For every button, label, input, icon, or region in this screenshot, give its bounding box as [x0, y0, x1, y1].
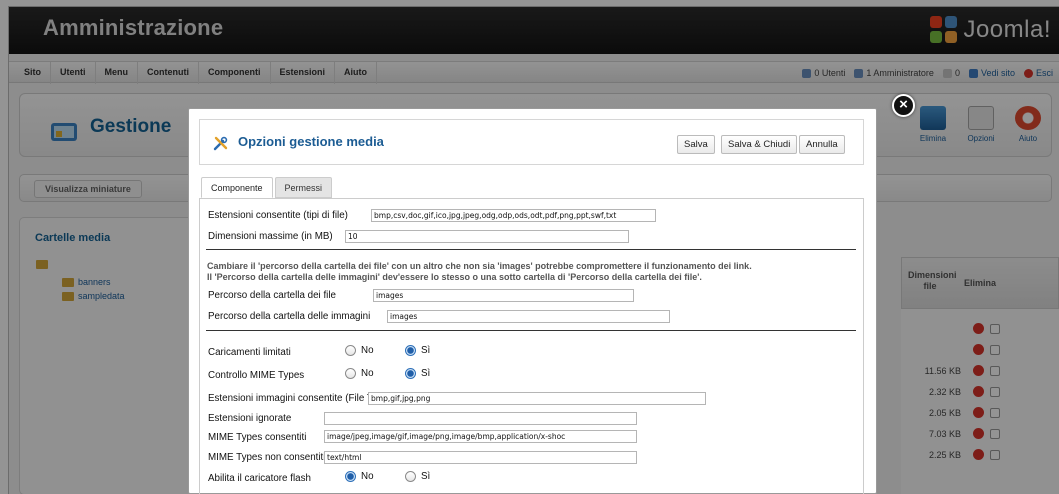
- tools-icon: [213, 136, 228, 151]
- path-warning-line1: Cambiare il 'percorso della cartella dei…: [207, 261, 752, 271]
- save-button[interactable]: Salva: [677, 135, 715, 154]
- image-extensions-input[interactable]: bmp,gif,jpg,png: [368, 392, 706, 405]
- restrict-uploads-label: Caricamenti limitati: [208, 347, 291, 358]
- tab-component[interactable]: Componente: [201, 177, 273, 198]
- close-modal-button[interactable]: ×: [892, 94, 915, 117]
- flash-uploader-yes[interactable]: Sì: [405, 471, 430, 482]
- restrict-uploads-no[interactable]: No: [345, 345, 374, 356]
- radio-button[interactable]: [345, 368, 356, 379]
- mime-allowed-label: MIME Types consentiti: [208, 432, 307, 443]
- modal-header: Opzioni gestione media Salva Salva & Chi…: [199, 119, 864, 165]
- radio-button[interactable]: [405, 368, 416, 379]
- options-form: Estensioni consentite (tipi di file) bmp…: [199, 198, 864, 494]
- mime-denied-input[interactable]: text/html: [324, 451, 637, 464]
- close-icon: ×: [899, 96, 908, 113]
- radio-button[interactable]: [405, 471, 416, 482]
- section-divider: [206, 330, 856, 331]
- mime-allowed-input[interactable]: image/jpeg,image/gif,image/png,image/bmp…: [324, 430, 637, 443]
- image-path-label: Percorso della cartella delle immagini: [208, 311, 371, 322]
- radio-button[interactable]: [345, 471, 356, 482]
- options-modal: Opzioni gestione media Salva Salva & Chi…: [188, 108, 877, 494]
- ignored-extensions-input[interactable]: [324, 412, 637, 425]
- allowed-extensions-input[interactable]: bmp,csv,doc,gif,ico,jpg,jpeg,odg,odp,ods…: [371, 209, 656, 222]
- max-size-input[interactable]: 10: [345, 230, 629, 243]
- mime-check-label: Controllo MIME Types: [208, 370, 305, 381]
- modal-tabs: Componente Permessi: [201, 177, 334, 198]
- max-size-label: Dimensioni massime (in MB): [208, 231, 333, 242]
- mime-check-no[interactable]: No: [345, 368, 374, 379]
- path-warning-line2: Il 'Percorso della cartella delle immagi…: [207, 272, 702, 282]
- modal-title: Opzioni gestione media: [238, 134, 384, 149]
- allowed-extensions-label: Estensioni consentite (tipi di file): [208, 210, 348, 221]
- radio-button[interactable]: [345, 345, 356, 356]
- cancel-button[interactable]: Annulla: [799, 135, 845, 154]
- tab-permissions[interactable]: Permessi: [274, 177, 333, 198]
- mime-check-yes[interactable]: Sì: [405, 368, 430, 379]
- save-close-button[interactable]: Salva & Chiudi: [721, 135, 798, 154]
- file-path-input[interactable]: images: [373, 289, 634, 302]
- file-path-label: Percorso della cartella dei file: [208, 290, 336, 301]
- flash-uploader-no[interactable]: No: [345, 471, 374, 482]
- image-path-input[interactable]: images: [387, 310, 670, 323]
- radio-button[interactable]: [405, 345, 416, 356]
- ignored-extensions-label: Estensioni ignorate: [208, 413, 292, 424]
- restrict-uploads-yes[interactable]: Sì: [405, 345, 430, 356]
- mime-denied-label: MIME Types non consentiti: [208, 452, 326, 463]
- section-divider: [206, 249, 856, 250]
- flash-uploader-label: Abilita il caricatore flash: [208, 473, 311, 484]
